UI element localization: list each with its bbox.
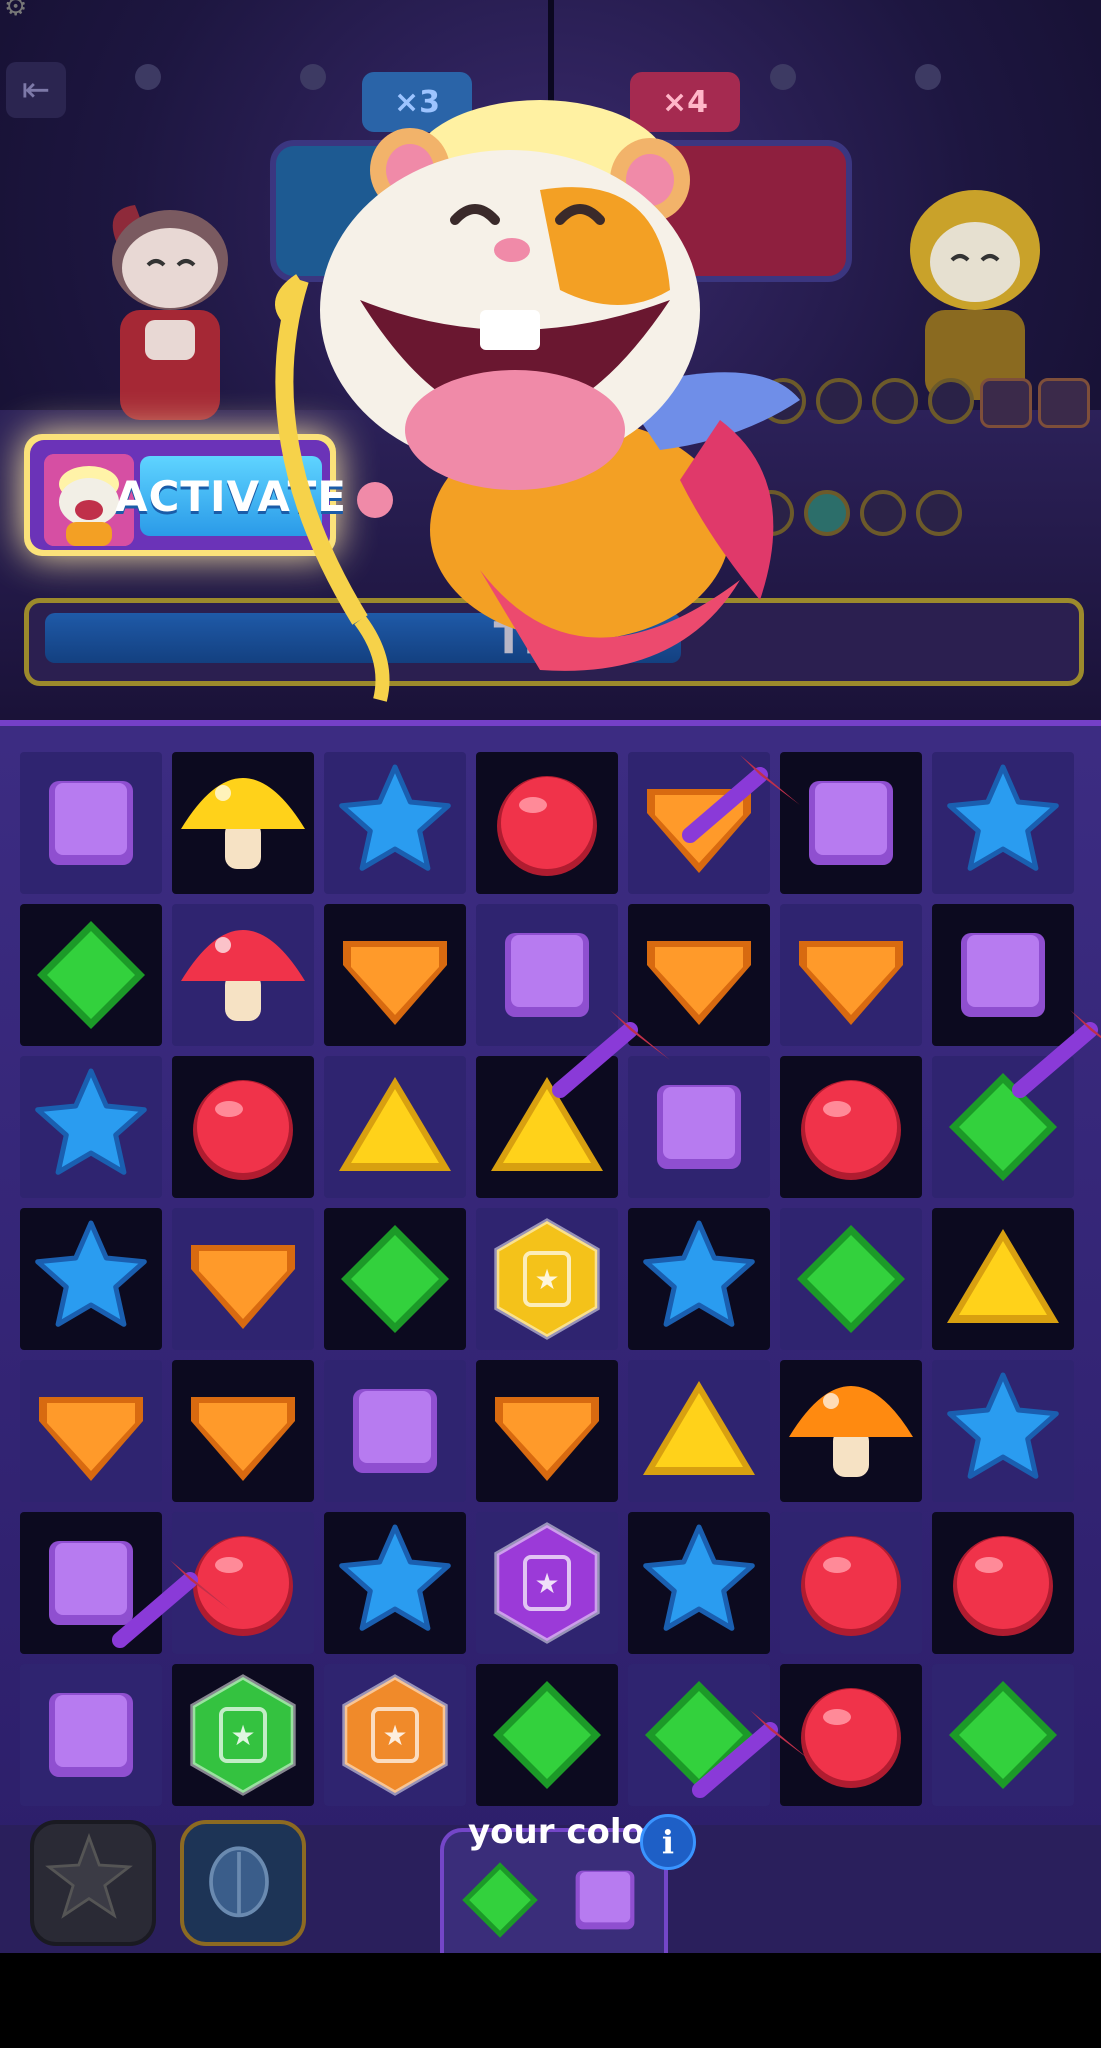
- hamster-opponent-character: [910, 190, 1040, 400]
- purple-square-gem[interactable]: [49, 781, 133, 865]
- game-screen: ⚙ ⇤ ×3 ×4 ACTIVATE ★ ★ ★ ★ your colors i: [0, 0, 1101, 2048]
- score-dot: [916, 490, 962, 536]
- red-circle-gem[interactable]: [497, 776, 597, 876]
- red-circle-gem[interactable]: [801, 1080, 901, 1180]
- purple-square-gem[interactable]: [575, 1870, 635, 1930]
- red-circle-gem[interactable]: [193, 1536, 293, 1636]
- gem-grid: ★ ★ ★ ★: [20, 752, 1101, 1806]
- system-nav-bar: [0, 1953, 1101, 2048]
- opponent-booster-slot: [980, 378, 1032, 428]
- scarab-booster-button[interactable]: [180, 1820, 306, 1946]
- red-circle-gem[interactable]: [953, 1536, 1053, 1636]
- opponent-booster-slot: [1038, 378, 1090, 428]
- stage-light: [135, 64, 161, 90]
- arena-scene: ⚙ ⇤ ×3 ×4 ACTIVATE: [0, 0, 1101, 720]
- purple-square-gem[interactable]: [961, 933, 1045, 1017]
- scarab-icon: [209, 1846, 269, 1918]
- opponent-boosters: [980, 378, 1090, 428]
- red-circle-gem[interactable]: [801, 1688, 901, 1788]
- your-colors-gems: [462, 1862, 635, 1938]
- green-rhombus-gem[interactable]: [462, 1862, 538, 1938]
- svg-text:★: ★: [534, 1263, 559, 1296]
- cupid-hamster-mascot: [275, 100, 800, 702]
- purple-square-gem[interactable]: [809, 781, 893, 865]
- red-circle-gem[interactable]: [801, 1536, 901, 1636]
- purple-square-gem[interactable]: [49, 1541, 133, 1625]
- purple-square-gem[interactable]: [49, 1693, 133, 1777]
- settings-gear-icon[interactable]: ⚙: [4, 0, 44, 22]
- stage-light: [915, 64, 941, 90]
- purple-square-gem[interactable]: [505, 933, 589, 1017]
- svg-text:★: ★: [382, 1719, 407, 1752]
- score-dot: [928, 378, 974, 424]
- exit-button[interactable]: ⇤: [6, 62, 66, 118]
- svg-text:★: ★: [534, 1567, 559, 1600]
- purple-square-gem[interactable]: [353, 1389, 437, 1473]
- red-circle-gem[interactable]: [193, 1080, 293, 1180]
- svg-text:★: ★: [230, 1719, 255, 1752]
- exit-door-icon: ⇤: [21, 70, 51, 110]
- bunny-opponent-character: [112, 205, 228, 420]
- star-burst-icon: [45, 1832, 133, 1919]
- star-booster-button[interactable]: [30, 1820, 156, 1946]
- purple-square-gem[interactable]: [657, 1085, 741, 1169]
